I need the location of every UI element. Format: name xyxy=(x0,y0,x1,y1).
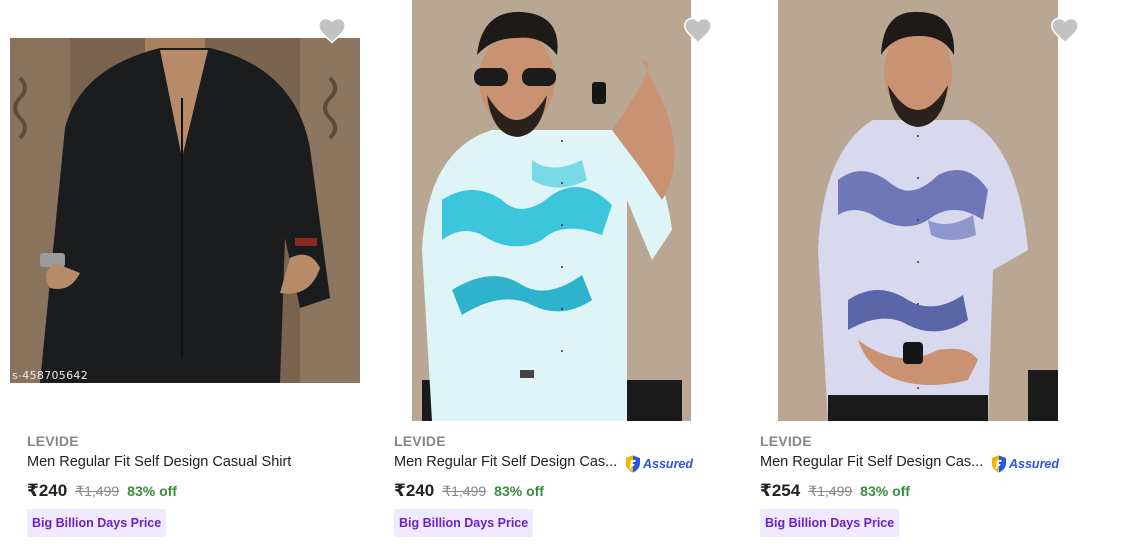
price-row: ₹254 ₹1,499 83% off xyxy=(760,481,910,501)
wishlist-heart-icon[interactable] xyxy=(1050,16,1080,44)
price-row: ₹240 ₹1,499 83% off xyxy=(394,481,544,501)
assured-badge: Assured xyxy=(991,454,1059,474)
product-brand: LEVIDE xyxy=(394,433,446,449)
assured-label: Assured xyxy=(1009,457,1060,471)
product-title[interactable]: Men Regular Fit Self Design Casual Shirt xyxy=(27,454,291,470)
product-image[interactable] xyxy=(10,38,360,383)
sale-badge: Big Billion Days Price xyxy=(394,509,534,537)
wishlist-heart-icon[interactable] xyxy=(317,16,347,44)
product-price: ₹254 xyxy=(760,481,801,500)
product-discount: 83% off xyxy=(860,483,910,499)
assured-shield-icon xyxy=(626,455,640,473)
product-mrp: ₹1,499 xyxy=(442,483,487,499)
product-brand: LEVIDE xyxy=(27,433,79,449)
wishlist-heart-icon[interactable] xyxy=(683,16,713,44)
product-price: ₹240 xyxy=(27,481,68,500)
product-price: ₹240 xyxy=(394,481,435,500)
product-title[interactable]: Men Regular Fit Self Design Cas... xyxy=(394,454,617,470)
assured-label: Assured xyxy=(643,457,694,471)
product-discount: 83% off xyxy=(127,483,177,499)
sale-badge: Big Billion Days Price xyxy=(27,509,167,537)
assured-badge: Assured xyxy=(625,454,693,474)
image-watermark: s-458705642 xyxy=(12,369,88,382)
sale-badge: Big Billion Days Price xyxy=(760,509,900,537)
product-image[interactable] xyxy=(412,0,691,421)
product-mrp: ₹1,499 xyxy=(75,483,120,499)
product-discount: 83% off xyxy=(494,483,544,499)
product-image[interactable] xyxy=(778,0,1058,421)
product-card[interactable]: LEVIDE Men Regular Fit Self Design Cas..… xyxy=(367,0,734,544)
product-card[interactable]: s-458705642 LEVIDE Men Regular Fit Self … xyxy=(0,0,367,544)
product-mrp: ₹1,499 xyxy=(808,483,853,499)
product-card[interactable]: LEVIDE Men Regular Fit Self Design Cas..… xyxy=(734,0,1123,544)
price-row: ₹240 ₹1,499 83% off xyxy=(27,481,177,501)
product-brand: LEVIDE xyxy=(760,433,812,449)
product-title[interactable]: Men Regular Fit Self Design Cas... xyxy=(760,454,983,470)
assured-shield-icon xyxy=(992,455,1006,473)
